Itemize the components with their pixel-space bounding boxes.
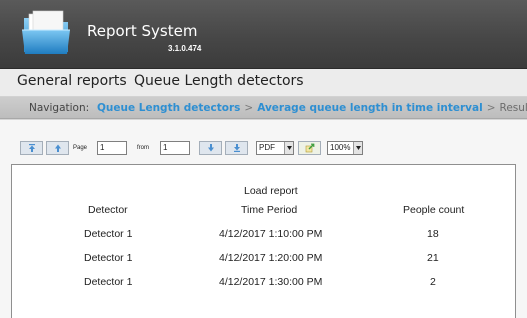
menu-item-queue-length-detectors[interactable]: Queue Length detectors	[134, 73, 304, 89]
breadcrumb: Navigation: Queue Length detectors > Avera…	[0, 97, 527, 119]
zoom-select[interactable]: 100%	[327, 141, 363, 155]
table-cell-detector: Detector 1	[84, 276, 133, 288]
column-header-people-count: People count	[403, 204, 465, 216]
previous-page-button[interactable]	[46, 141, 69, 155]
table-cell-people-count: 2	[430, 276, 436, 288]
table-cell-time-period: 4/12/2017 1:20:00 PM	[219, 252, 323, 264]
page-number-input[interactable]: 1	[97, 141, 127, 155]
breadcrumb-link-queue-length-detectors[interactable]: Queue Length detectors	[97, 102, 240, 114]
chevron-down-icon	[284, 142, 293, 154]
breadcrumb-separator: >	[244, 102, 254, 114]
app-version: 3.1.0.474	[168, 44, 202, 53]
breadcrumb-separator: >	[486, 102, 496, 114]
next-page-icon	[207, 144, 214, 152]
page-label: Page	[73, 145, 88, 151]
table-cell-people-count: 18	[427, 228, 439, 240]
breadcrumb-current: Result	[499, 102, 527, 114]
app-title: Report System	[87, 22, 198, 40]
column-header-detector: Detector	[88, 204, 128, 216]
first-page-button[interactable]	[20, 141, 43, 155]
app-header: Report System 3.1.0.474	[0, 0, 527, 69]
chevron-down-icon	[353, 142, 362, 154]
next-page-button[interactable]	[199, 141, 222, 155]
report-title: Load report	[244, 185, 298, 197]
first-page-icon	[28, 144, 35, 152]
main-menu: General reports Queue Length detectors	[0, 69, 527, 97]
column-header-time-period: Time Period	[241, 204, 298, 216]
total-pages-field: 1	[160, 141, 190, 155]
table-cell-time-period: 4/12/2017 1:30:00 PM	[219, 276, 323, 288]
export-icon	[305, 143, 314, 153]
zoom-value: 100%	[330, 143, 351, 152]
from-label: from	[137, 145, 149, 151]
report-page: Load report Detector Time Period People …	[11, 164, 516, 318]
report-viewer: Page 1 from 1 PDF 100% Load report Detec…	[0, 119, 527, 318]
table-cell-people-count: 21	[427, 252, 439, 264]
previous-page-icon	[54, 144, 61, 152]
export-button[interactable]	[298, 141, 321, 155]
table-cell-detector: Detector 1	[84, 252, 133, 264]
menu-item-general-reports[interactable]: General reports	[17, 73, 127, 89]
breadcrumb-prefix: Navigation:	[29, 102, 90, 114]
export-format-value: PDF	[259, 143, 275, 152]
export-format-select[interactable]: PDF	[256, 141, 294, 155]
report-toolbar: Page 1 from 1 PDF 100%	[0, 120, 527, 160]
last-page-icon	[233, 144, 240, 152]
table-cell-time-period: 4/12/2017 1:10:00 PM	[219, 228, 323, 240]
breadcrumb-link-average-queue-length[interactable]: Average queue length in time interval	[257, 102, 483, 114]
table-cell-detector: Detector 1	[84, 228, 133, 240]
last-page-button[interactable]	[225, 141, 248, 155]
folder-icon	[20, 8, 72, 58]
